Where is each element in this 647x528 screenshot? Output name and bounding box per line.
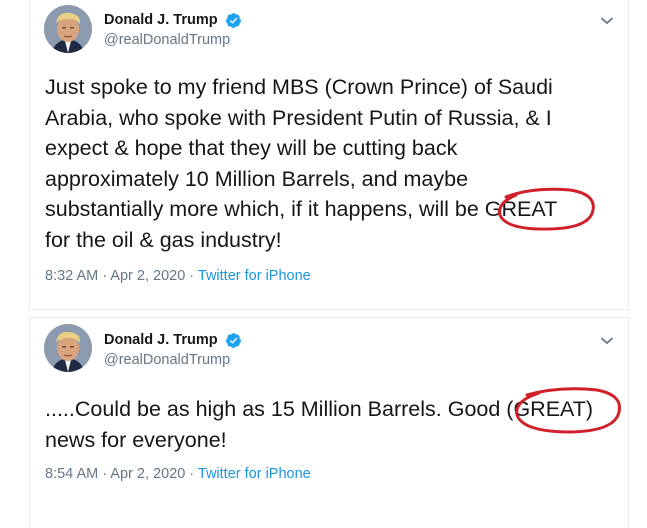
tweet-screenshot: Donald J. Trump @realDonaldTrump Just sp…	[0, 0, 647, 528]
author-name[interactable]: Donald J. Trump	[104, 11, 218, 29]
avatar[interactable]	[44, 5, 92, 53]
tweet-date[interactable]: Apr 2, 2020	[110, 466, 185, 482]
tweet-text: .....Could be as high as 15 Million Barr…	[45, 397, 594, 452]
tweet-source-link[interactable]: Twitter for iPhone	[198, 268, 311, 284]
chevron-down-icon[interactable]	[600, 13, 614, 25]
tweet-meta: 8:54 AM · Apr 2, 2020 · Twitter for iPho…	[45, 465, 311, 483]
tweet-card[interactable]: Donald J. Trump @realDonaldTrump Just sp…	[29, 0, 629, 310]
tweet-time[interactable]: 8:54 AM	[45, 466, 98, 482]
tweet-time[interactable]: 8:32 AM	[45, 268, 98, 284]
author-handle[interactable]: @realDonaldTrump	[104, 30, 242, 50]
author-handle[interactable]: @realDonaldTrump	[104, 350, 242, 370]
meta-separator: ·	[185, 466, 198, 482]
tweet-text: Just spoke to my friend MBS (Crown Princ…	[45, 75, 558, 252]
chevron-down-icon[interactable]	[600, 333, 614, 345]
meta-separator: ·	[98, 268, 111, 284]
avatar[interactable]	[44, 324, 92, 372]
author-block: Donald J. Trump @realDonaldTrump	[104, 11, 242, 50]
meta-separator: ·	[185, 268, 198, 284]
tweet-card[interactable]: Donald J. Trump @realDonaldTrump .....Co…	[29, 317, 629, 528]
author-name[interactable]: Donald J. Trump	[104, 331, 218, 349]
meta-separator: ·	[98, 466, 111, 482]
tweet-source-link[interactable]: Twitter for iPhone	[198, 466, 311, 482]
verified-badge-icon	[225, 332, 242, 349]
verified-badge-icon	[225, 12, 242, 29]
author-block: Donald J. Trump @realDonaldTrump	[104, 331, 242, 370]
tweet-meta: 8:32 AM · Apr 2, 2020 · Twitter for iPho…	[45, 267, 311, 285]
tweet-date[interactable]: Apr 2, 2020	[110, 268, 185, 284]
